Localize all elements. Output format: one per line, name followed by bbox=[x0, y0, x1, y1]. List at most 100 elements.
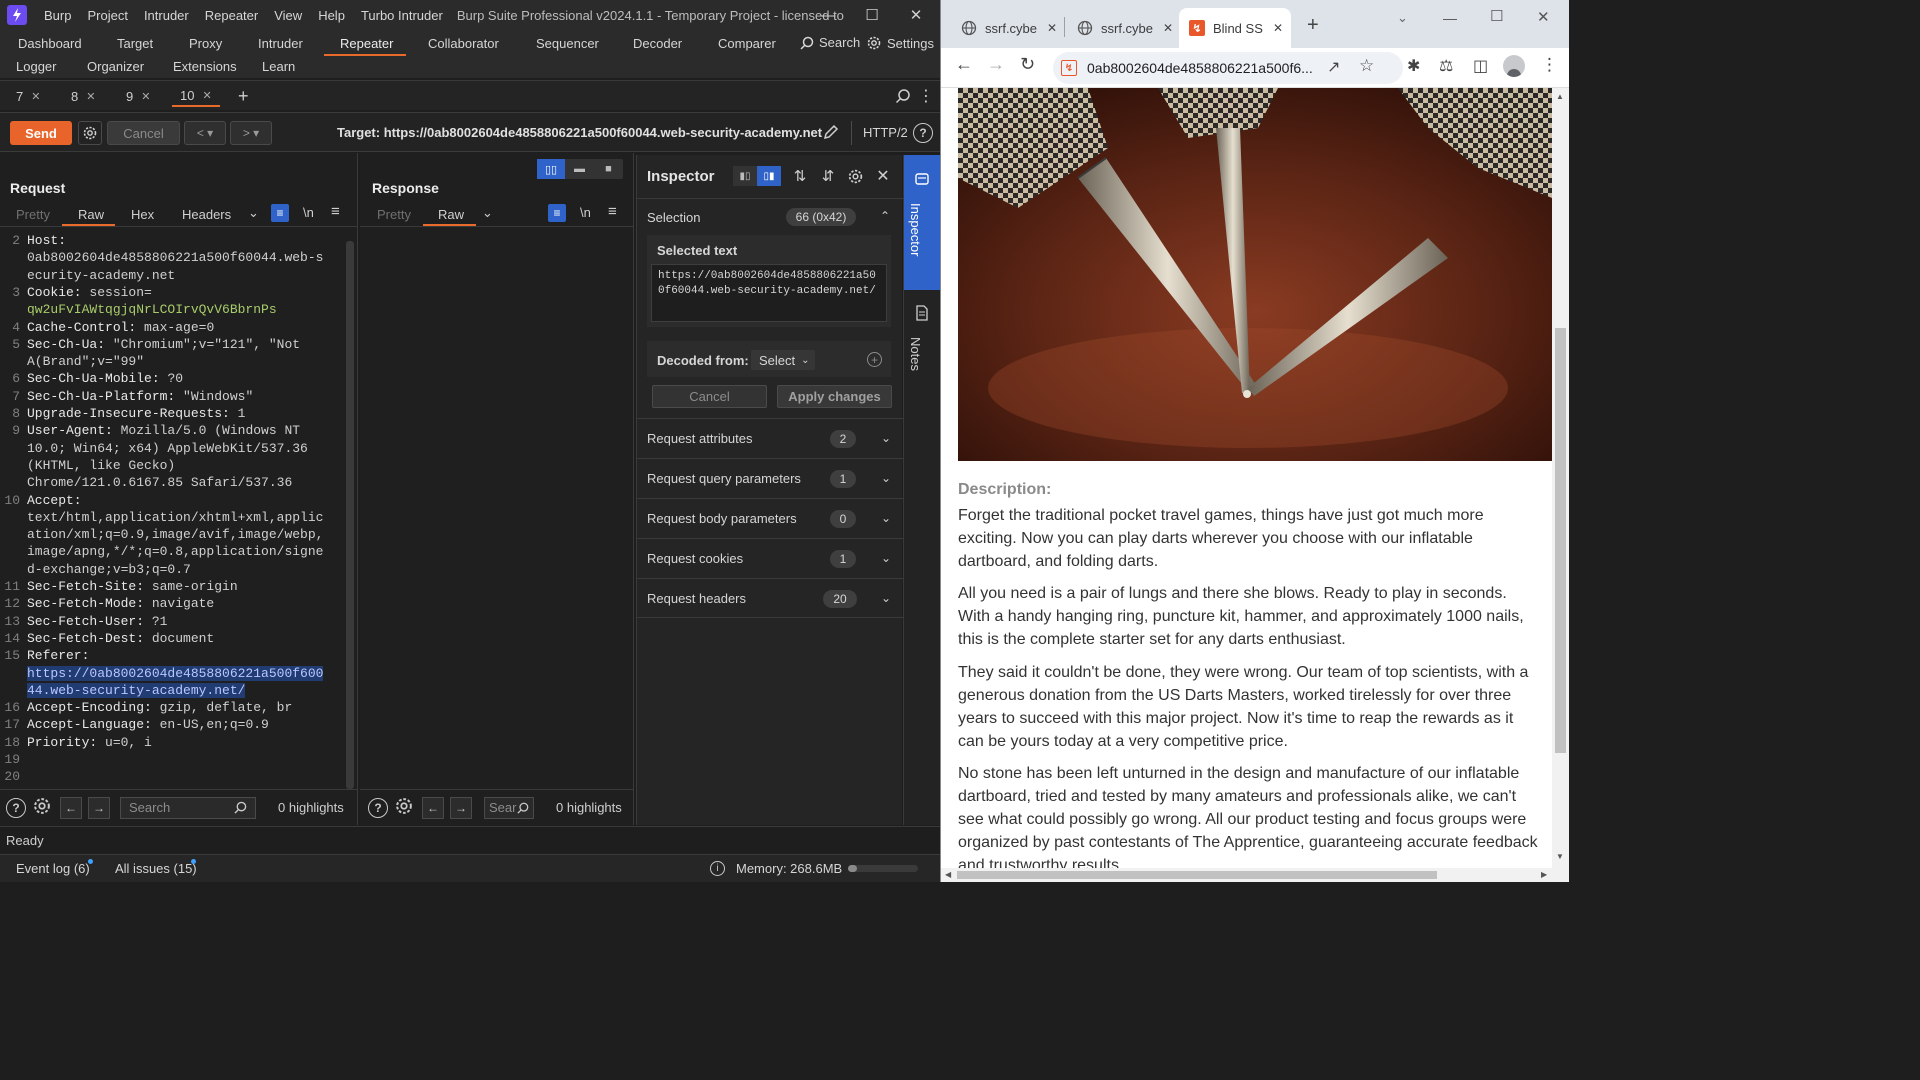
inspector-section-cookies[interactable]: Request cookies 1 ⌄ bbox=[637, 538, 903, 578]
close-tab-icon[interactable]: ✕ bbox=[86, 90, 95, 103]
newline-toggle-icon[interactable]: \n bbox=[303, 205, 314, 220]
menu-view[interactable]: View bbox=[266, 8, 310, 23]
maximize-icon[interactable]: ☐ bbox=[1490, 7, 1503, 25]
tab-proxy[interactable]: Proxy bbox=[189, 36, 222, 51]
repeater-tab[interactable]: 7 ✕ bbox=[8, 85, 48, 107]
chevron-down-icon[interactable]: ⌄ bbox=[482, 205, 493, 221]
close-icon[interactable]: ✕ bbox=[894, 0, 938, 30]
next-request-button[interactable]: > ▾ bbox=[230, 121, 272, 145]
send-settings-icon[interactable] bbox=[78, 121, 102, 145]
horizontal-scrollbar[interactable]: ◀ ▶ bbox=[941, 868, 1569, 882]
browser-tab[interactable]: ssrf.cybe ✕ bbox=[1067, 8, 1177, 48]
close-icon[interactable]: ✕ bbox=[1537, 8, 1550, 26]
previous-request-button[interactable]: < ▾ bbox=[184, 121, 226, 145]
request-tab-raw[interactable]: Raw bbox=[78, 207, 104, 222]
forward-icon[interactable]: → bbox=[987, 54, 1005, 75]
inspector-cancel-button[interactable]: Cancel bbox=[652, 385, 767, 408]
edit-target-icon[interactable] bbox=[820, 121, 842, 143]
tab-repeater[interactable]: Repeater bbox=[340, 36, 393, 51]
menu-icon[interactable]: ≡ bbox=[608, 203, 617, 220]
browser-tab[interactable]: ssrf.cybe ✕ bbox=[951, 8, 1061, 48]
previous-match-button[interactable]: ← bbox=[60, 796, 82, 819]
tab-learn[interactable]: Learn bbox=[262, 59, 295, 74]
nav-search-button[interactable]: Search bbox=[800, 35, 860, 50]
layout-stacked-icon[interactable]: ▬ bbox=[565, 159, 594, 179]
settings-icon[interactable] bbox=[394, 796, 414, 819]
response-search-input[interactable]: Sear bbox=[484, 796, 534, 819]
menu-icon[interactable]: ≡ bbox=[331, 203, 340, 220]
more-options-icon[interactable]: ⋮ bbox=[1541, 55, 1558, 75]
side-tab-notes[interactable]: Notes bbox=[904, 295, 940, 395]
inspector-layout-left-icon[interactable]: ▮▯ bbox=[733, 166, 757, 186]
http-version[interactable]: HTTP/2 bbox=[863, 125, 908, 140]
next-match-button[interactable]: → bbox=[450, 796, 472, 819]
scroll-down-icon[interactable]: ▼ bbox=[1556, 852, 1564, 861]
tab-extensions[interactable]: Extensions bbox=[173, 59, 237, 74]
menu-turbo-intruder[interactable]: Turbo Intruder bbox=[353, 8, 451, 23]
tab-search-icon[interactable]: ⌄ bbox=[1397, 10, 1408, 26]
help-icon[interactable]: ? bbox=[913, 123, 933, 143]
response-tab-pretty[interactable]: Pretty bbox=[377, 207, 411, 222]
tab-organizer[interactable]: Organizer bbox=[87, 59, 144, 74]
repeater-tab-active[interactable]: 10 ✕ bbox=[172, 85, 220, 107]
gear-icon[interactable] bbox=[845, 165, 865, 187]
menu-help[interactable]: Help bbox=[310, 8, 353, 23]
scrollbar-thumb[interactable] bbox=[957, 871, 1437, 879]
search-icon[interactable] bbox=[893, 87, 913, 105]
selected-text-value[interactable]: https://0ab8002604de4858806221a500f60044… bbox=[651, 264, 887, 322]
close-icon[interactable]: ✕ bbox=[873, 165, 893, 187]
tab-sequencer[interactable]: Sequencer bbox=[536, 36, 599, 51]
cancel-button[interactable]: Cancel bbox=[107, 121, 180, 145]
tab-intruder[interactable]: Intruder bbox=[258, 36, 303, 51]
tab-decoder[interactable]: Decoder bbox=[633, 36, 682, 51]
address-bar[interactable]: ↯ 0ab8002604de4858806221a500f6... bbox=[1053, 52, 1403, 84]
close-tab-icon[interactable]: ✕ bbox=[202, 89, 211, 102]
layout-tabs-icon[interactable]: ■ bbox=[594, 159, 623, 179]
request-tab-pretty[interactable]: Pretty bbox=[16, 207, 50, 222]
add-decoding-icon[interactable]: + bbox=[867, 352, 882, 367]
menu-repeater[interactable]: Repeater bbox=[197, 8, 266, 23]
chevron-up-icon[interactable]: ⌃ bbox=[880, 209, 890, 223]
repeater-tab[interactable]: 9 ✕ bbox=[118, 85, 158, 107]
tab-comparer[interactable]: Comparer bbox=[718, 36, 776, 51]
selection-label[interactable]: Selection bbox=[647, 210, 700, 225]
all-issues-link[interactable]: All issues (15) bbox=[115, 861, 197, 876]
add-tab-icon[interactable]: + bbox=[230, 85, 257, 107]
expand-all-icon[interactable]: ⇅ bbox=[791, 165, 809, 187]
inspector-section-query-parameters[interactable]: Request query parameters 1 ⌄ bbox=[637, 458, 903, 498]
request-tab-hex[interactable]: Hex bbox=[131, 207, 154, 222]
menu-intruder[interactable]: Intruder bbox=[136, 8, 197, 23]
inspector-layout-right-icon[interactable]: ▯▮ bbox=[757, 166, 781, 186]
scroll-left-icon[interactable]: ◀ bbox=[945, 870, 951, 879]
reload-icon[interactable]: ↻ bbox=[1020, 54, 1035, 75]
inspector-section-body-parameters[interactable]: Request body parameters 0 ⌄ bbox=[637, 498, 903, 538]
side-panel-icon[interactable]: ◫ bbox=[1473, 56, 1488, 76]
extensions-icon[interactable]: ✱ bbox=[1407, 56, 1420, 76]
request-editor[interactable]: 2 Host: 0ab8002604de4858806221a500f60044.w… bbox=[0, 232, 345, 788]
response-tab-raw[interactable]: Raw bbox=[438, 207, 464, 222]
more-options-icon[interactable]: ⋮ bbox=[918, 87, 934, 105]
collapse-all-icon[interactable]: ⇵ bbox=[819, 165, 837, 187]
minimize-icon[interactable]: — bbox=[806, 0, 850, 30]
send-button[interactable]: Send bbox=[10, 121, 72, 145]
menu-burp[interactable]: Burp bbox=[36, 8, 79, 23]
bookmark-star-icon[interactable]: ☆ bbox=[1359, 56, 1374, 76]
share-icon[interactable]: ↗ bbox=[1327, 57, 1340, 77]
tab-collaborator[interactable]: Collaborator bbox=[428, 36, 499, 51]
tab-logger[interactable]: Logger bbox=[16, 59, 56, 74]
new-tab-icon[interactable]: + bbox=[1307, 14, 1319, 37]
close-tab-icon[interactable]: ✕ bbox=[141, 90, 150, 103]
layout-side-by-side-icon[interactable]: ▯▯ bbox=[537, 159, 565, 179]
inspector-section-request-attributes[interactable]: Request attributes 2 ⌄ bbox=[637, 418, 903, 458]
close-tab-icon[interactable]: ✕ bbox=[1273, 21, 1283, 35]
repeater-tab[interactable]: 8 ✕ bbox=[63, 85, 103, 107]
back-icon[interactable]: ← bbox=[955, 54, 973, 75]
close-tab-icon[interactable]: ✕ bbox=[1163, 21, 1173, 35]
close-tab-icon[interactable]: ✕ bbox=[31, 90, 40, 103]
scroll-right-icon[interactable]: ▶ bbox=[1541, 870, 1547, 879]
maximize-icon[interactable]: ☐ bbox=[850, 0, 894, 30]
nav-settings-button[interactable]: Settings bbox=[866, 35, 934, 51]
side-tab-inspector[interactable]: Inspector bbox=[904, 155, 940, 290]
scroll-up-icon[interactable]: ▲ bbox=[1556, 92, 1564, 101]
response-editor[interactable] bbox=[360, 227, 633, 787]
